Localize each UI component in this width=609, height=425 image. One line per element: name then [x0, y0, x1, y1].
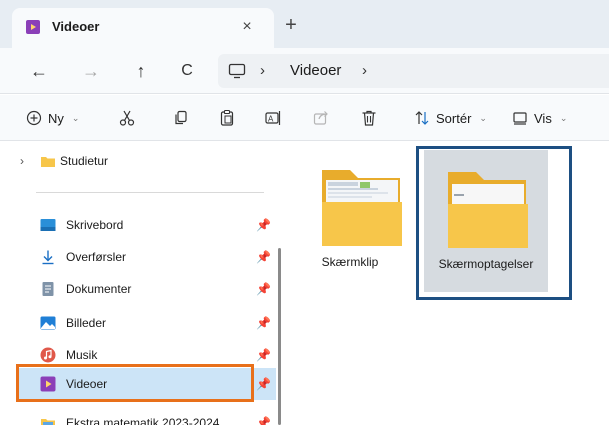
- view-button[interactable]: Vis ⌄: [512, 104, 567, 132]
- sort-icon: [415, 111, 429, 125]
- video-folder-icon: [26, 20, 40, 34]
- view-label: Vis: [534, 110, 552, 126]
- breadcrumb-videoer[interactable]: Videoer: [290, 62, 341, 79]
- rename-button[interactable]: A: [264, 104, 282, 132]
- tab-title: Videoer: [52, 19, 100, 34]
- new-label: Ny: [48, 110, 64, 126]
- sort-button[interactable]: Sortér ⌄: [414, 104, 487, 132]
- file-list: Skærmklip Skærmoptagelser: [282, 142, 609, 425]
- sidebar-item-label: Studietur: [60, 154, 109, 168]
- folder-name: Skærmoptagelser: [438, 257, 534, 271]
- paste-button[interactable]: [218, 104, 236, 132]
- pin-icon[interactable]: 📌: [256, 348, 271, 362]
- scissors-icon: [119, 110, 135, 126]
- sidebar-scrollbar[interactable]: [278, 248, 281, 425]
- sidebar-item-dokumenter[interactable]: Dokumenter 📌: [18, 274, 276, 304]
- up-button[interactable]: ↑: [128, 58, 154, 84]
- refresh-button[interactable]: C: [174, 58, 200, 84]
- tab-strip: Videoer × +: [0, 0, 609, 48]
- sidebar-item-label: Overførsler: [66, 250, 126, 264]
- sidebar-item-overforsler[interactable]: Overførsler 📌: [18, 242, 276, 272]
- sidebar-item-studietur[interactable]: › Studietur: [18, 146, 276, 176]
- pin-icon[interactable]: 📌: [256, 316, 271, 330]
- new-button[interactable]: Ny ⌄: [26, 104, 79, 132]
- share-button[interactable]: [312, 104, 330, 132]
- music-icon: [40, 347, 56, 363]
- address-bar[interactable]: › Videoer ›: [218, 54, 609, 88]
- folder-item-skaermklip[interactable]: Skærmklip: [290, 148, 410, 298]
- clipboard-icon: [220, 109, 234, 126]
- video-icon: [40, 376, 56, 392]
- sidebar-item-label: Skrivebord: [66, 218, 124, 232]
- share-icon: [313, 111, 328, 125]
- sidebar-item-billeder[interactable]: Billeder 📌: [18, 308, 276, 338]
- folder-icon: [322, 170, 402, 246]
- document-icon: [42, 282, 54, 296]
- svg-text:A: A: [268, 115, 274, 124]
- sidebar-item-label: Dokumenter: [66, 282, 132, 296]
- back-button[interactable]: ←: [26, 58, 52, 84]
- sidebar-item-label: Billeder: [66, 316, 107, 330]
- sidebar-item-label: Videoer: [66, 377, 108, 391]
- rename-icon: A: [265, 111, 281, 125]
- chevron-right-icon[interactable]: ›: [20, 154, 24, 168]
- navigation-bar: ← → ↑ C › Videoer ›: [0, 48, 609, 94]
- sidebar-item-skrivebord[interactable]: Skrivebord 📌: [18, 210, 276, 240]
- sidebar-item-videoer[interactable]: Videoer 📌: [18, 368, 276, 400]
- cut-button[interactable]: [118, 104, 136, 132]
- folder-item-skaermoptagelser[interactable]: Skærmoptagelser: [424, 150, 548, 292]
- sidebar-item-label: Musik: [66, 348, 98, 362]
- folder-icon: [41, 157, 55, 167]
- tab-videoer[interactable]: Videoer ×: [12, 8, 274, 48]
- command-bar: Ny ⌄ A Sortér ⌄ Vis ⌄: [0, 95, 609, 141]
- breadcrumb-separator[interactable]: ›: [362, 62, 367, 79]
- new-tab-button[interactable]: +: [280, 14, 302, 36]
- view-icon: [513, 112, 527, 125]
- plus-circle-icon: [26, 110, 42, 126]
- trash-icon: [362, 110, 376, 126]
- folder-name: Skærmklip: [321, 255, 379, 269]
- navigation-pane: › Studietur Skrivebord 📌 Overførsler 📌 D…: [0, 142, 280, 425]
- sidebar-item-ekstra-matematik[interactable]: Ekstra matematik 2023-2024 📌: [18, 408, 276, 425]
- breadcrumb-separator[interactable]: ›: [260, 62, 265, 79]
- pin-icon[interactable]: 📌: [256, 416, 271, 425]
- copy-button[interactable]: [172, 104, 190, 132]
- sidebar-item-musik[interactable]: Musik 📌: [18, 340, 276, 370]
- folder-icon: [448, 172, 528, 248]
- file-explorer-window: Videoer × + ← → ↑ C › Videoer › Ny ⌄ A S…: [0, 0, 609, 425]
- forward-button[interactable]: →: [78, 58, 104, 84]
- pin-icon[interactable]: 📌: [256, 377, 271, 391]
- sort-label: Sortér: [436, 110, 472, 126]
- pin-icon[interactable]: 📌: [256, 218, 271, 232]
- copy-icon: [175, 110, 187, 125]
- pin-icon[interactable]: 📌: [256, 250, 271, 264]
- monitor-icon: [228, 63, 246, 79]
- sidebar-divider: [36, 192, 264, 193]
- sidebar-item-label: Ekstra matematik 2023-2024: [66, 416, 220, 425]
- download-icon: [42, 250, 54, 265]
- pictures-icon: [40, 316, 56, 330]
- delete-button[interactable]: [360, 104, 378, 132]
- chevron-down-icon: ⌄: [559, 112, 568, 123]
- chevron-down-icon: ⌄: [71, 112, 80, 123]
- pin-icon[interactable]: 📌: [256, 282, 271, 296]
- chevron-down-icon: ⌄: [479, 112, 487, 123]
- folder-icon: [41, 419, 55, 425]
- close-tab-button[interactable]: ×: [236, 16, 258, 38]
- desktop-icon: [40, 219, 56, 231]
